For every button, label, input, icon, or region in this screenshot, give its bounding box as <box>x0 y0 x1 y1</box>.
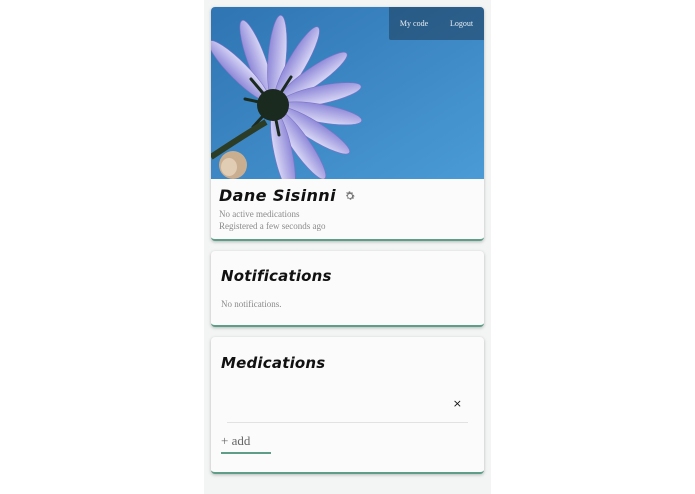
medication-row: × <box>227 386 468 423</box>
logout-link[interactable]: Logout <box>450 19 473 28</box>
notifications-card: Notifications No notifications. <box>211 251 484 327</box>
medications-card: Medications × + add <box>211 337 484 474</box>
profile-cover-image: My code Logout <box>211 7 484 179</box>
remove-medication-button[interactable]: × <box>453 398 462 409</box>
add-medication-button[interactable]: + add <box>221 433 271 454</box>
profile-info: Dane Sisinni No active medications Regis… <box>211 179 484 232</box>
notifications-empty-text: No notifications. <box>221 299 282 309</box>
top-navigation: My code Logout <box>389 7 484 40</box>
registered-time: Registered a few seconds ago <box>219 221 326 231</box>
profile-card: My code Logout Dane Sisinni No active me… <box>211 7 484 241</box>
gear-icon[interactable] <box>344 190 356 202</box>
profile-name: Dane Sisinni <box>219 186 336 205</box>
notifications-title: Notifications <box>221 267 332 285</box>
medications-status: No active medications <box>219 209 300 219</box>
medications-title: Medications <box>221 354 326 372</box>
profile-name-row: Dane Sisinni <box>219 183 476 208</box>
my-code-link[interactable]: My code <box>400 19 428 28</box>
